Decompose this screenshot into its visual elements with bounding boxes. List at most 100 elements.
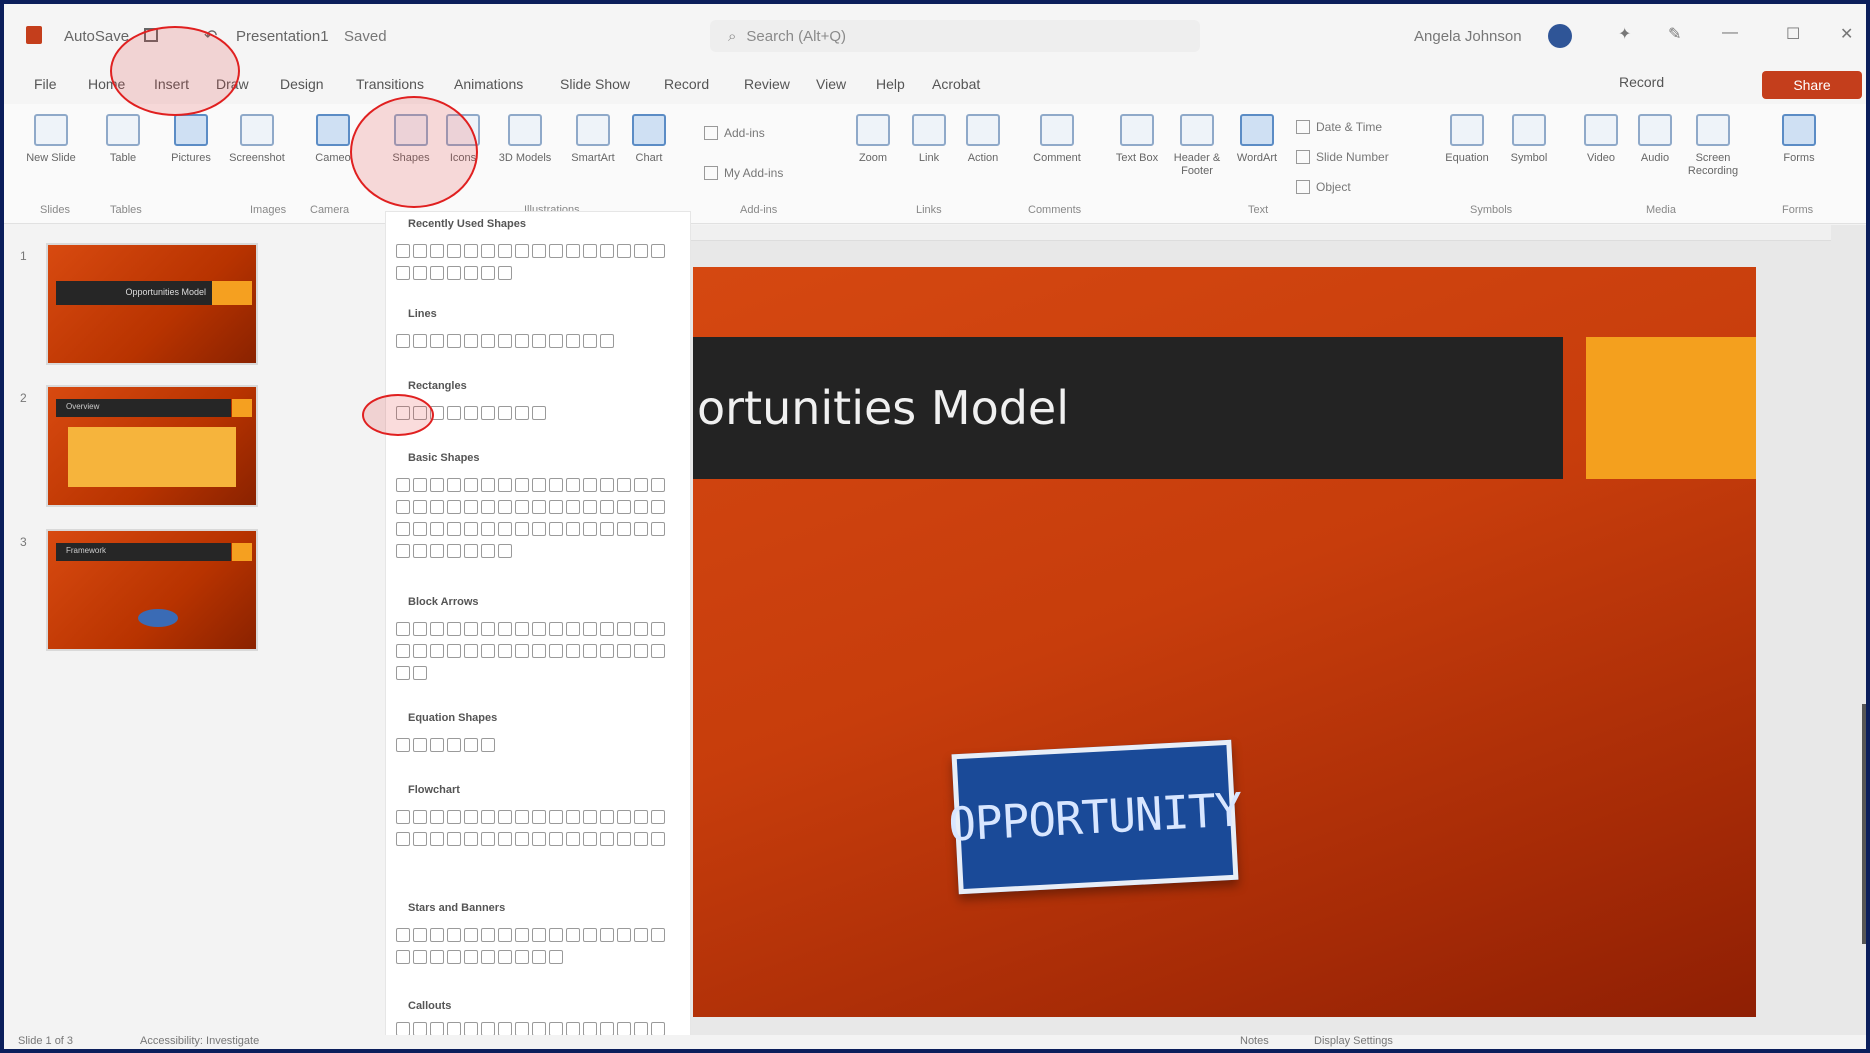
section-recently-used: Recently Used Shapes (408, 218, 526, 230)
shape-row[interactable] (396, 406, 666, 426)
zoom-button[interactable]: Zoom (844, 114, 902, 165)
shapes-gallery-dropdown: Recently Used Shapes Lines Rectangles Ba… (385, 211, 691, 1037)
3d-models-button[interactable]: 3D Models (496, 114, 554, 165)
lightbulb-icon[interactable]: ✦ (1618, 24, 1631, 44)
slide-thumbnail-3[interactable]: Framework (46, 529, 258, 651)
shape-row[interactable] (396, 244, 666, 264)
smartart-button[interactable]: SmartArt (564, 114, 622, 165)
thumbnail-image (138, 609, 178, 627)
shape-row[interactable] (396, 928, 666, 948)
notes-button[interactable]: Notes (1240, 1035, 1269, 1047)
group-label-slides: Slides (40, 204, 70, 216)
tab-acrobat[interactable]: Acrobat (932, 76, 980, 92)
minimize-icon[interactable]: — (1722, 24, 1738, 42)
vertical-scrollbar[interactable] (1862, 704, 1866, 944)
record-button[interactable]: Record (1619, 74, 1664, 90)
user-name[interactable]: Angela Johnson (1414, 28, 1522, 45)
screen-recording-button[interactable]: Screen Recording (1684, 114, 1742, 178)
object-button[interactable]: Object (1296, 180, 1351, 194)
comment-button[interactable]: Comment (1028, 114, 1086, 165)
header-footer-button[interactable]: Header & Footer (1168, 114, 1226, 178)
tab-help[interactable]: Help (876, 76, 905, 92)
display-settings-button[interactable]: Display Settings (1314, 1035, 1393, 1047)
shape-row[interactable] (396, 644, 666, 664)
group-label-images: Images (250, 204, 287, 216)
forms-button[interactable]: Forms (1770, 114, 1828, 165)
text-box-button[interactable]: Text Box (1108, 114, 1166, 165)
sign-text: OPPORTUNITY (946, 782, 1244, 852)
shape-row[interactable] (396, 334, 666, 354)
header-footer-icon (1180, 114, 1214, 146)
tab-transitions[interactable]: Transitions (356, 76, 424, 92)
table-button[interactable]: Table (94, 114, 152, 165)
shape-row[interactable] (396, 544, 666, 564)
link-button[interactable]: Link (900, 114, 958, 165)
maximize-icon[interactable]: ☐ (1786, 24, 1800, 44)
shape-row[interactable] (396, 266, 666, 286)
ribbon: New Slide Table Pictures Screenshot Came… (4, 104, 1866, 224)
thumbnail-title-bar: Overview (56, 399, 231, 417)
shape-row[interactable] (396, 810, 666, 830)
pen-icon[interactable]: ✎ (1668, 24, 1681, 44)
tab-record[interactable]: Record (664, 76, 709, 92)
close-icon[interactable]: ✕ (1840, 24, 1853, 44)
shape-row[interactable] (396, 666, 666, 686)
chart-icon (632, 114, 666, 146)
date-time-button[interactable]: Date & Time (1296, 120, 1382, 134)
table-icon (106, 114, 140, 146)
video-icon (1584, 114, 1618, 146)
slide-title[interactable]: ortunities Model (697, 381, 1069, 435)
tab-slide-show[interactable]: Slide Show (560, 76, 630, 92)
tab-view[interactable]: View (816, 76, 846, 92)
section-rectangles: Rectangles (408, 380, 467, 392)
tab-design[interactable]: Design (280, 76, 324, 92)
ribbon-tabs: File Home Insert Draw Design Transitions… (4, 66, 1866, 104)
pictures-button[interactable]: Pictures (162, 114, 220, 165)
shape-row[interactable] (396, 500, 666, 520)
shape-row[interactable] (396, 950, 666, 970)
my-add-ins-button[interactable]: My Add-ins (704, 166, 783, 180)
section-flowchart: Flowchart (408, 784, 460, 796)
action-button[interactable]: Action (954, 114, 1012, 165)
video-button[interactable]: Video (1572, 114, 1630, 165)
shape-row[interactable] (396, 738, 666, 758)
shape-row[interactable] (396, 522, 666, 542)
equation-button[interactable]: Equation (1438, 114, 1496, 165)
audio-button[interactable]: Audio (1626, 114, 1684, 165)
add-ins-button[interactable]: Add-ins (704, 126, 765, 140)
forms-icon (1782, 114, 1816, 146)
wordart-icon (1240, 114, 1274, 146)
share-button[interactable]: Share (1762, 71, 1862, 99)
screenshot-button[interactable]: Screenshot (228, 114, 286, 165)
opportunity-sign-image[interactable]: OPPORTUNITY (947, 739, 1243, 895)
text-box-icon (1120, 114, 1154, 146)
search-input[interactable]: ⌕ Search (Alt+Q) (710, 20, 1200, 52)
section-block-arrows: Block Arrows (408, 596, 479, 608)
slide-thumbnail-1[interactable]: Opportunities Model (46, 243, 258, 365)
thumbnail-orange-block (232, 399, 252, 417)
wordart-button[interactable]: WordArt (1228, 114, 1286, 165)
slide-thumbnail-2[interactable]: Overview (46, 385, 258, 507)
shape-row[interactable] (396, 832, 666, 852)
tab-animations[interactable]: Animations (454, 76, 523, 92)
accessibility-status[interactable]: Accessibility: Investigate (140, 1035, 259, 1047)
chart-button[interactable]: Chart (620, 114, 678, 165)
object-icon (1296, 180, 1310, 194)
powerpoint-logo-icon (26, 26, 42, 44)
add-ins-icon (704, 126, 718, 140)
search-icon: ⌕ (728, 27, 737, 45)
title-bar: AutoSave ↶ Presentation1 Saved ⌕ Search … (4, 4, 1866, 66)
tab-review[interactable]: Review (744, 76, 790, 92)
shape-row[interactable] (396, 478, 666, 498)
tab-file[interactable]: File (34, 76, 57, 92)
shape-row[interactable] (396, 622, 666, 642)
thumbnail-title-bar: Opportunities Model (56, 281, 216, 305)
zoom-icon (856, 114, 890, 146)
slide-number-button[interactable]: Slide Number (1296, 150, 1389, 164)
cameo-icon (316, 114, 350, 146)
current-slide[interactable]: ortunities Model OPPORTUNITY (693, 267, 1756, 1017)
symbol-button[interactable]: Symbol (1500, 114, 1558, 165)
avatar[interactable] (1548, 24, 1572, 48)
autosave-toggle[interactable]: AutoSave (64, 28, 129, 45)
new-slide-button[interactable]: New Slide (22, 114, 80, 165)
